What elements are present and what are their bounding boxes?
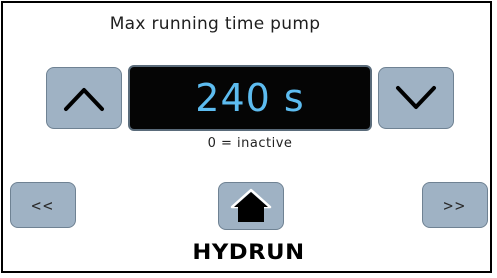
value-display: 240 s [128, 65, 372, 131]
previous-page-label: << [31, 195, 55, 215]
decrease-button[interactable] [378, 67, 454, 129]
home-button[interactable] [218, 182, 284, 230]
home-icon [229, 187, 273, 225]
chevron-up-icon [61, 83, 107, 113]
next-page-button[interactable]: >> [422, 182, 488, 228]
inactive-hint: 0 = inactive [207, 136, 293, 151]
next-page-label: >> [443, 195, 467, 215]
previous-page-button[interactable]: << [10, 182, 76, 228]
increase-button[interactable] [46, 67, 122, 129]
chevron-down-icon [393, 83, 439, 113]
page-title: Max running time pump [109, 14, 321, 34]
brand-logo: HYDRUN [192, 240, 305, 264]
